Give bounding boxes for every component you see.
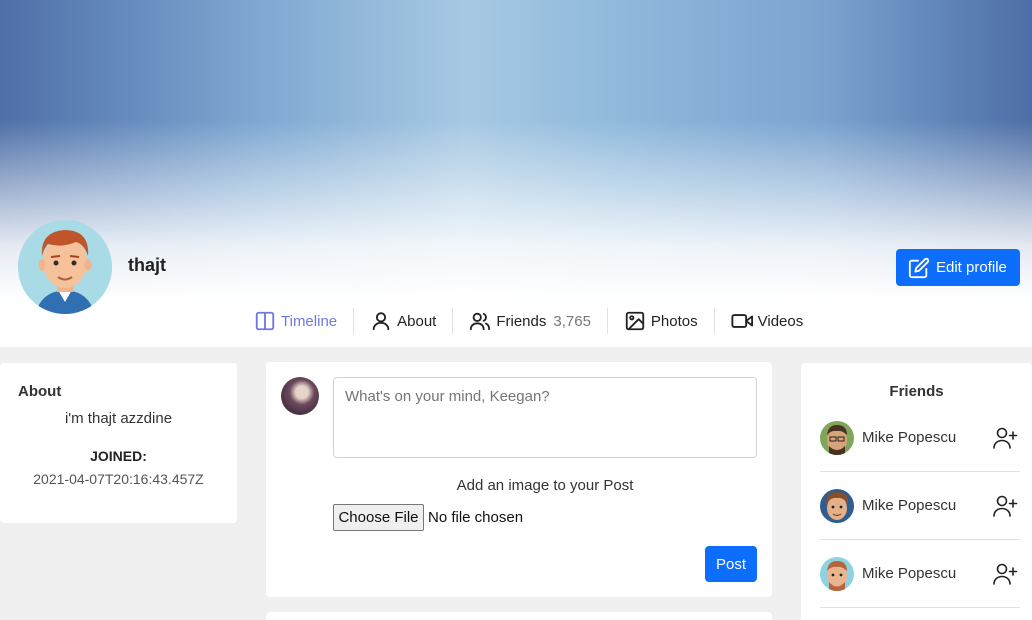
edit-profile-label: Edit profile xyxy=(936,259,1007,276)
friend-avatar xyxy=(820,488,854,523)
add-friend-icon[interactable] xyxy=(992,425,1018,451)
image-icon xyxy=(625,311,645,331)
add-friend-icon[interactable] xyxy=(992,493,1018,519)
profile-tabs: Timeline About Friends 3,765 Photos Vide… xyxy=(246,306,819,336)
tab-about[interactable]: About xyxy=(353,308,452,334)
tab-photos-label: Photos xyxy=(650,312,698,330)
users-icon xyxy=(470,312,491,331)
friend-name[interactable]: Mike Popescu xyxy=(862,497,992,514)
edit-profile-button[interactable]: Edit profile xyxy=(896,249,1020,286)
about-title: About xyxy=(18,383,62,400)
friends-count: 3,765 xyxy=(553,312,591,330)
add-friend-icon[interactable] xyxy=(992,561,1018,587)
joined-label: JOINED: xyxy=(90,448,147,464)
friends-title: Friends xyxy=(889,383,944,400)
post-button[interactable]: Post xyxy=(705,546,757,582)
edit-icon xyxy=(908,257,930,278)
friend-avatar xyxy=(820,556,854,591)
friend-item[interactable]: Mike Popescu xyxy=(820,540,1020,608)
friend-item[interactable]: Mike Popescu xyxy=(820,472,1020,540)
tab-timeline-label: Timeline xyxy=(281,312,338,330)
tab-about-label: About xyxy=(397,312,437,330)
joined-date: 2021-04-07T20:16:43.457Z xyxy=(33,471,204,487)
columns-icon xyxy=(255,311,275,331)
video-icon xyxy=(731,314,753,328)
friend-item[interactable]: Mike Popescu xyxy=(820,404,1020,472)
tab-photos[interactable]: Photos xyxy=(606,308,714,334)
friend-name[interactable]: Mike Popescu xyxy=(862,565,992,582)
profile-username: thajt xyxy=(128,255,166,275)
profile-header: thajt Edit profile Timeline About Friend xyxy=(0,0,1032,347)
friend-name[interactable]: Mike Popescu xyxy=(862,429,992,446)
tab-friends[interactable]: Friends 3,765 xyxy=(452,308,607,334)
tab-friends-label: Friends xyxy=(496,312,547,330)
choose-file-button[interactable]: Choose File xyxy=(333,504,424,531)
post-textarea[interactable] xyxy=(333,377,757,458)
feed-card xyxy=(266,612,772,620)
tab-videos[interactable]: Videos xyxy=(713,308,820,334)
file-status: No file chosen xyxy=(428,509,524,526)
friend-avatar xyxy=(820,420,854,455)
add-image-label: Add an image to your Post xyxy=(456,477,634,494)
composer-avatar xyxy=(281,377,319,415)
profile-avatar[interactable] xyxy=(18,220,112,314)
about-bio: i'm thajt azzdine xyxy=(64,410,173,427)
user-icon xyxy=(372,312,390,331)
tab-timeline[interactable]: Timeline xyxy=(246,308,353,334)
tab-videos-label: Videos xyxy=(757,312,804,330)
